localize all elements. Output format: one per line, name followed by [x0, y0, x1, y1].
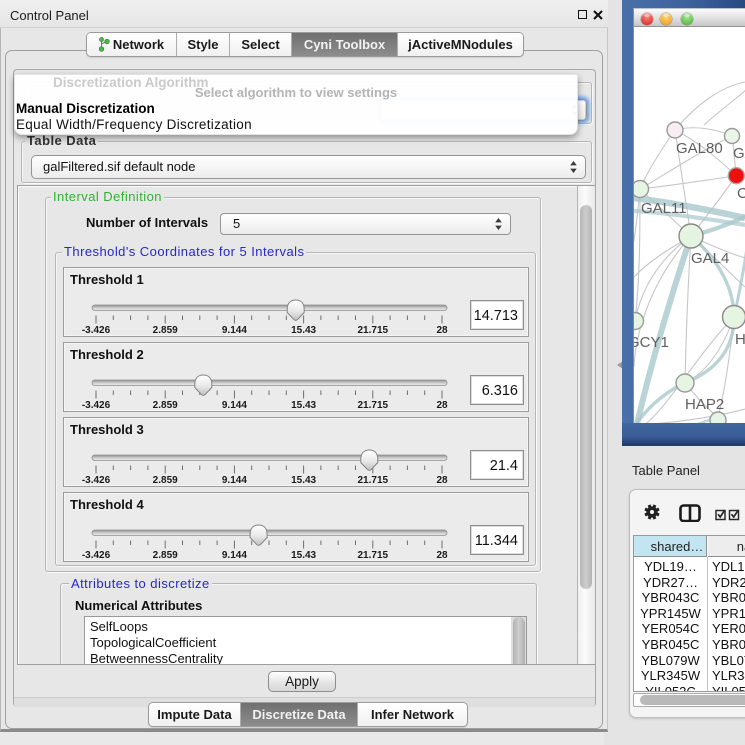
- svg-text:15.43: 15.43: [291, 325, 316, 336]
- svg-text:9.144: 9.144: [222, 550, 247, 561]
- svg-text:15.43: 15.43: [291, 475, 316, 486]
- svg-text:21.715: 21.715: [358, 475, 389, 486]
- svg-text:GAL4: GAL4: [691, 250, 729, 267]
- svg-text:GAL80: GAL80: [676, 140, 723, 157]
- svg-text:-3.426: -3.426: [82, 550, 111, 561]
- svg-text:21.715: 21.715: [358, 400, 389, 411]
- svg-text:2.859: 2.859: [153, 400, 178, 411]
- svg-text:-3.426: -3.426: [82, 400, 111, 411]
- svg-text:2.859: 2.859: [153, 550, 178, 561]
- svg-text:15.43: 15.43: [291, 550, 316, 561]
- svg-text:GA: GA: [733, 145, 745, 162]
- svg-text:GCY1: GCY1: [634, 334, 669, 351]
- svg-text:H: H: [735, 331, 745, 348]
- svg-text:28: 28: [436, 400, 448, 411]
- svg-text:21.715: 21.715: [358, 550, 389, 561]
- svg-text:GAL11: GAL11: [641, 200, 687, 217]
- svg-text:2.859: 2.859: [153, 475, 178, 486]
- svg-text:9.144: 9.144: [222, 400, 247, 411]
- svg-text:28: 28: [436, 475, 448, 486]
- svg-text:15.43: 15.43: [291, 400, 316, 411]
- svg-text:28: 28: [436, 550, 448, 561]
- svg-text:21.715: 21.715: [358, 325, 389, 336]
- svg-text:2.859: 2.859: [153, 325, 178, 336]
- svg-text:28: 28: [436, 325, 448, 336]
- svg-text:9.144: 9.144: [222, 475, 247, 486]
- svg-text:-3.426: -3.426: [82, 325, 111, 336]
- svg-text:HAP2: HAP2: [685, 396, 724, 413]
- svg-text:-3.426: -3.426: [82, 475, 111, 486]
- svg-text:C: C: [737, 185, 745, 202]
- svg-text:9.144: 9.144: [222, 325, 247, 336]
